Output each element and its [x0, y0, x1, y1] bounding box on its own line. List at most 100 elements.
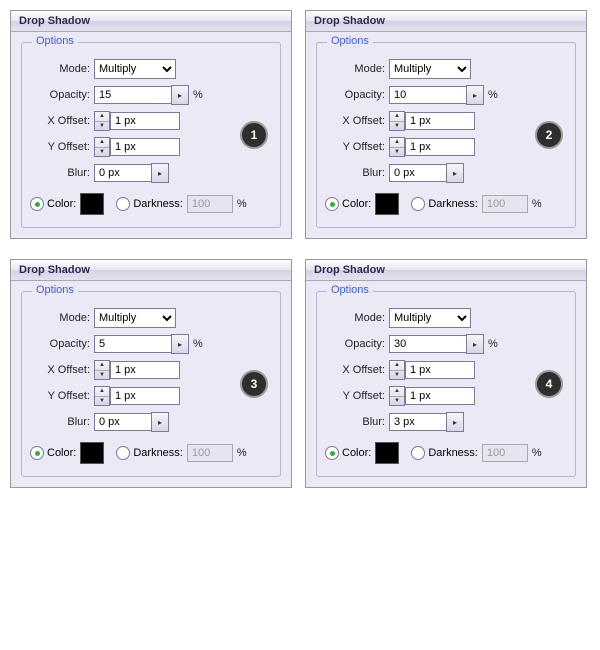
options-label: Options [327, 35, 373, 47]
blur-label: Blur: [30, 416, 90, 428]
blur-label: Blur: [325, 416, 385, 428]
xoffset-spinner[interactable]: ▲▼ [94, 111, 110, 131]
blur-label: Blur: [325, 167, 385, 179]
color-swatch[interactable] [80, 442, 104, 464]
drop-shadow-panel: Drop Shadow Options Mode: Multiply Opaci… [10, 10, 292, 239]
mode-select[interactable]: Multiply [94, 59, 176, 79]
mode-label: Mode: [30, 312, 90, 324]
panel-title: Drop Shadow [306, 260, 586, 281]
color-radio[interactable] [325, 197, 339, 211]
opacity-input[interactable] [389, 335, 467, 353]
percent-unit: % [532, 447, 542, 459]
drop-shadow-panel: Drop Shadow Options Mode: Multiply Opaci… [10, 259, 292, 488]
darkness-input [482, 444, 528, 462]
blur-stepper[interactable]: ▸ [151, 163, 169, 183]
xoffset-label: X Offset: [30, 364, 90, 376]
xoffset-input[interactable] [405, 361, 475, 379]
xoffset-input[interactable] [110, 112, 180, 130]
yoffset-spinner[interactable]: ▲▼ [94, 386, 110, 406]
opacity-label: Opacity: [30, 338, 90, 350]
color-radio[interactable] [325, 446, 339, 460]
darkness-radio[interactable] [116, 446, 130, 460]
color-label: Color: [47, 198, 76, 210]
blur-stepper[interactable]: ▸ [446, 412, 464, 432]
darkness-input [187, 444, 233, 462]
color-radio[interactable] [30, 446, 44, 460]
options-fieldset: Options Mode: Multiply Opacity: ▸ % X Of… [21, 291, 281, 477]
opacity-stepper[interactable]: ▸ [466, 334, 484, 354]
blur-input[interactable] [94, 413, 152, 431]
darkness-label: Darkness: [133, 198, 183, 210]
color-label: Color: [47, 447, 76, 459]
xoffset-spinner[interactable]: ▲▼ [389, 111, 405, 131]
yoffset-input[interactable] [405, 138, 475, 156]
panel-number-badge: 1 [240, 121, 268, 149]
options-label: Options [32, 35, 78, 47]
blur-stepper[interactable]: ▸ [151, 412, 169, 432]
darkness-label: Darkness: [133, 447, 183, 459]
color-swatch[interactable] [80, 193, 104, 215]
panel-number-badge: 2 [535, 121, 563, 149]
mode-select[interactable]: Multiply [389, 308, 471, 328]
yoffset-label: Y Offset: [325, 390, 385, 402]
mode-label: Mode: [30, 63, 90, 75]
blur-input[interactable] [389, 164, 447, 182]
drop-shadow-panel: Drop Shadow Options Mode: Multiply Opaci… [305, 10, 587, 239]
mode-label: Mode: [325, 312, 385, 324]
opacity-stepper[interactable]: ▸ [466, 85, 484, 105]
options-label: Options [327, 284, 373, 296]
percent-unit: % [237, 447, 247, 459]
opacity-stepper[interactable]: ▸ [171, 334, 189, 354]
yoffset-input[interactable] [110, 138, 180, 156]
blur-input[interactable] [94, 164, 152, 182]
yoffset-spinner[interactable]: ▲▼ [94, 137, 110, 157]
yoffset-label: Y Offset: [30, 390, 90, 402]
blur-stepper[interactable]: ▸ [446, 163, 464, 183]
darkness-radio[interactable] [116, 197, 130, 211]
options-fieldset: Options Mode: Multiply Opacity: ▸ % X Of… [21, 42, 281, 228]
yoffset-label: Y Offset: [30, 141, 90, 153]
color-swatch[interactable] [375, 442, 399, 464]
options-fieldset: Options Mode: Multiply Opacity: ▸ % X Of… [316, 42, 576, 228]
darkness-radio[interactable] [411, 197, 425, 211]
xoffset-label: X Offset: [325, 115, 385, 127]
mode-select[interactable]: Multiply [389, 59, 471, 79]
xoffset-spinner[interactable]: ▲▼ [389, 360, 405, 380]
opacity-label: Opacity: [30, 89, 90, 101]
xoffset-spinner[interactable]: ▲▼ [94, 360, 110, 380]
panel-title: Drop Shadow [306, 11, 586, 32]
percent-unit: % [193, 338, 203, 350]
opacity-input[interactable] [94, 86, 172, 104]
mode-select[interactable]: Multiply [94, 308, 176, 328]
percent-unit: % [488, 338, 498, 350]
darkness-label: Darkness: [428, 198, 478, 210]
panel-number-badge: 3 [240, 370, 268, 398]
color-radio[interactable] [30, 197, 44, 211]
percent-unit: % [532, 198, 542, 210]
yoffset-spinner[interactable]: ▲▼ [389, 137, 405, 157]
opacity-input[interactable] [389, 86, 467, 104]
opacity-input[interactable] [94, 335, 172, 353]
drop-shadow-panel: Drop Shadow Options Mode: Multiply Opaci… [305, 259, 587, 488]
percent-unit: % [488, 89, 498, 101]
xoffset-input[interactable] [405, 112, 475, 130]
color-swatch[interactable] [375, 193, 399, 215]
xoffset-input[interactable] [110, 361, 180, 379]
darkness-input [187, 195, 233, 213]
darkness-input [482, 195, 528, 213]
mode-label: Mode: [325, 63, 385, 75]
panel-title: Drop Shadow [11, 11, 291, 32]
xoffset-label: X Offset: [325, 364, 385, 376]
darkness-radio[interactable] [411, 446, 425, 460]
yoffset-spinner[interactable]: ▲▼ [389, 386, 405, 406]
xoffset-label: X Offset: [30, 115, 90, 127]
percent-unit: % [237, 198, 247, 210]
opacity-label: Opacity: [325, 89, 385, 101]
darkness-label: Darkness: [428, 447, 478, 459]
yoffset-input[interactable] [405, 387, 475, 405]
percent-unit: % [193, 89, 203, 101]
yoffset-input[interactable] [110, 387, 180, 405]
panel-number-badge: 4 [535, 370, 563, 398]
blur-input[interactable] [389, 413, 447, 431]
opacity-stepper[interactable]: ▸ [171, 85, 189, 105]
